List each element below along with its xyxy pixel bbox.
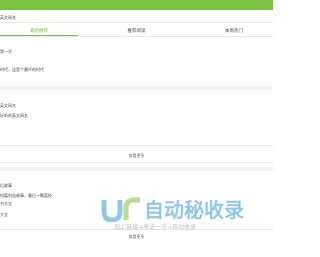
list-item[interactable]: 大全	[0, 212, 8, 218]
list-item[interactable]: 英文网名	[0, 103, 16, 109]
list-item[interactable]: 短篇利益故事，最后一颗荔枝	[0, 193, 52, 199]
list-item[interactable]: 好听的英文网名	[0, 113, 28, 119]
more-button[interactable]: 查看更多	[0, 153, 273, 159]
list-item[interactable]: 时代，这是个最坏的时代	[0, 67, 44, 73]
section-separator	[0, 167, 273, 171]
divider	[0, 22, 273, 23]
tab-latest[interactable]: 最新推荐	[0, 28, 78, 34]
top-header-bar	[0, 0, 273, 10]
list-item[interactable]: 书大全	[0, 201, 12, 207]
watermark-logo-icon	[101, 197, 140, 222]
watermark-subtitle: 加上链接→来访一次→自动收录	[114, 224, 197, 231]
list-item[interactable]: 后故事	[0, 183, 12, 189]
tab-weekly-hot[interactable]: 本周热门	[195, 28, 273, 34]
site-name: 英文网名	[0, 15, 16, 20]
list-item[interactable]: 第一次	[0, 49, 12, 55]
watermark-title: 自动秘收录	[144, 198, 244, 222]
more-button[interactable]: 查看更多	[0, 234, 273, 240]
divider	[0, 36, 273, 37]
tab-recommended[interactable]: 推荐阅读	[78, 28, 195, 34]
divider	[0, 145, 273, 146]
divider	[0, 162, 273, 163]
watermark: 自动秘收录 加上链接→来访一次→自动收录	[100, 194, 260, 234]
section-separator	[0, 86, 273, 90]
